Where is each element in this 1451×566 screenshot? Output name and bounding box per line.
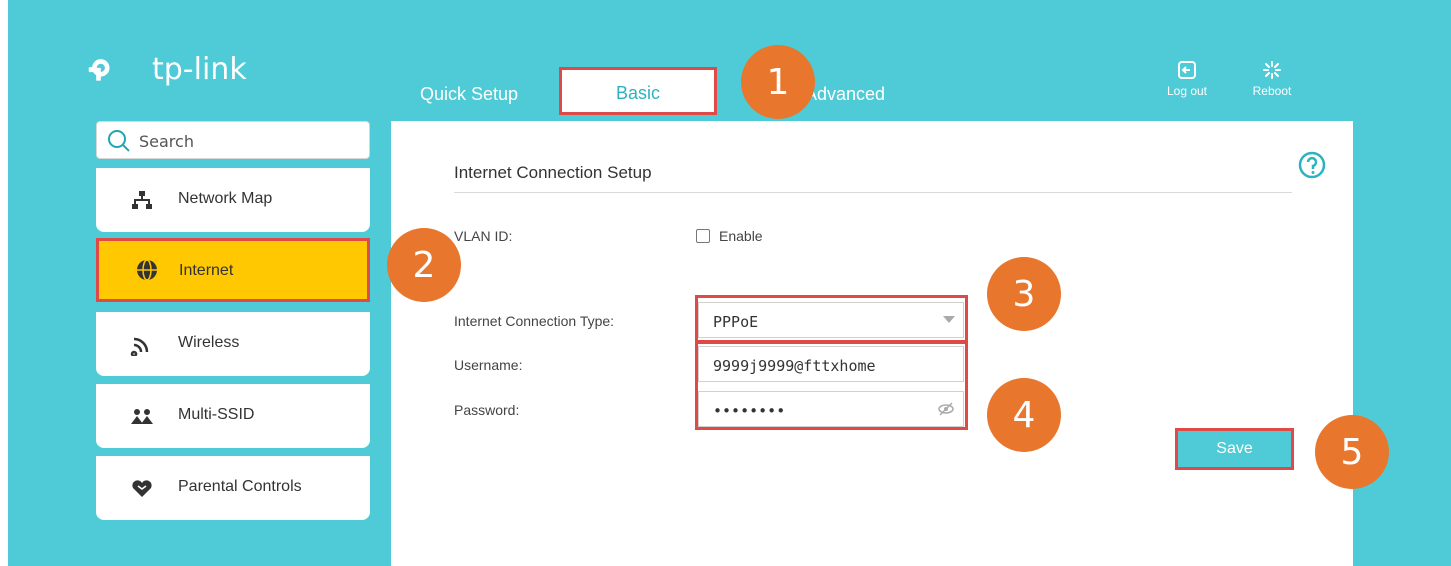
password-label: Password: — [454, 402, 520, 418]
sidebar-item-network-map[interactable]: Network Map — [96, 168, 370, 232]
search-input[interactable]: Search — [96, 121, 370, 159]
step-badge-1: 1 — [741, 45, 815, 119]
tab-advanced[interactable]: Advanced — [805, 84, 885, 105]
wireless-icon — [130, 337, 149, 356]
vlan-enable-label: Enable — [719, 228, 763, 244]
heart-icon — [132, 480, 152, 497]
sidebar-item-label: Multi-SSID — [178, 406, 255, 423]
tab-basic[interactable]: Basic — [559, 67, 717, 115]
step-badge-3: 3 — [987, 257, 1061, 331]
tp-link-logo — [88, 59, 110, 81]
search-icon — [108, 130, 130, 152]
section-title: Internet Connection Setup — [454, 163, 652, 182]
help-icon[interactable] — [1298, 151, 1326, 179]
reboot-button[interactable]: Reboot — [1242, 60, 1302, 98]
sidebar-item-internet[interactable]: Internet — [96, 238, 370, 302]
sidebar-item-wireless[interactable]: Wireless — [96, 312, 370, 376]
connection-type-highlight — [695, 295, 968, 343]
sidebar-item-label: Network Map — [178, 190, 273, 207]
multi-ssid-icon — [131, 409, 153, 424]
save-button[interactable]: Save — [1175, 428, 1294, 470]
logout-icon — [1178, 61, 1196, 79]
network-map-icon — [132, 191, 152, 209]
tab-basic-label: Basic — [615, 82, 660, 103]
step-badge-5: 5 — [1315, 415, 1389, 489]
search-placeholder: Search — [139, 132, 194, 151]
sidebar-item-label: Parental Controls — [178, 478, 302, 495]
credentials-highlight — [695, 341, 968, 430]
vlan-id-label: VLAN ID: — [454, 228, 513, 244]
connection-type-label: Internet Connection Type: — [454, 313, 615, 329]
username-label: Username: — [454, 357, 523, 373]
sidebar-item-label: Internet — [179, 262, 234, 279]
tab-quick-setup[interactable]: Quick Setup — [420, 84, 518, 105]
sidebar-item-label: Wireless — [178, 334, 240, 351]
brand-name: tp-link — [152, 52, 247, 87]
sidebar-item-multi-ssid[interactable]: Multi-SSID — [96, 384, 370, 448]
reboot-label: Reboot — [1252, 84, 1292, 98]
sidebar-item-parental-controls[interactable]: Parental Controls — [96, 456, 370, 520]
step-badge-2: 2 — [387, 228, 461, 302]
globe-icon — [137, 259, 157, 281]
reboot-icon — [1263, 61, 1281, 79]
logout-label: Log out — [1166, 84, 1208, 98]
step-badge-4: 4 — [987, 378, 1061, 452]
section-divider — [454, 192, 1292, 193]
logout-button[interactable]: Log out — [1157, 60, 1217, 98]
save-label: Save — [1216, 440, 1253, 457]
vlan-enable-checkbox[interactable] — [696, 229, 710, 243]
